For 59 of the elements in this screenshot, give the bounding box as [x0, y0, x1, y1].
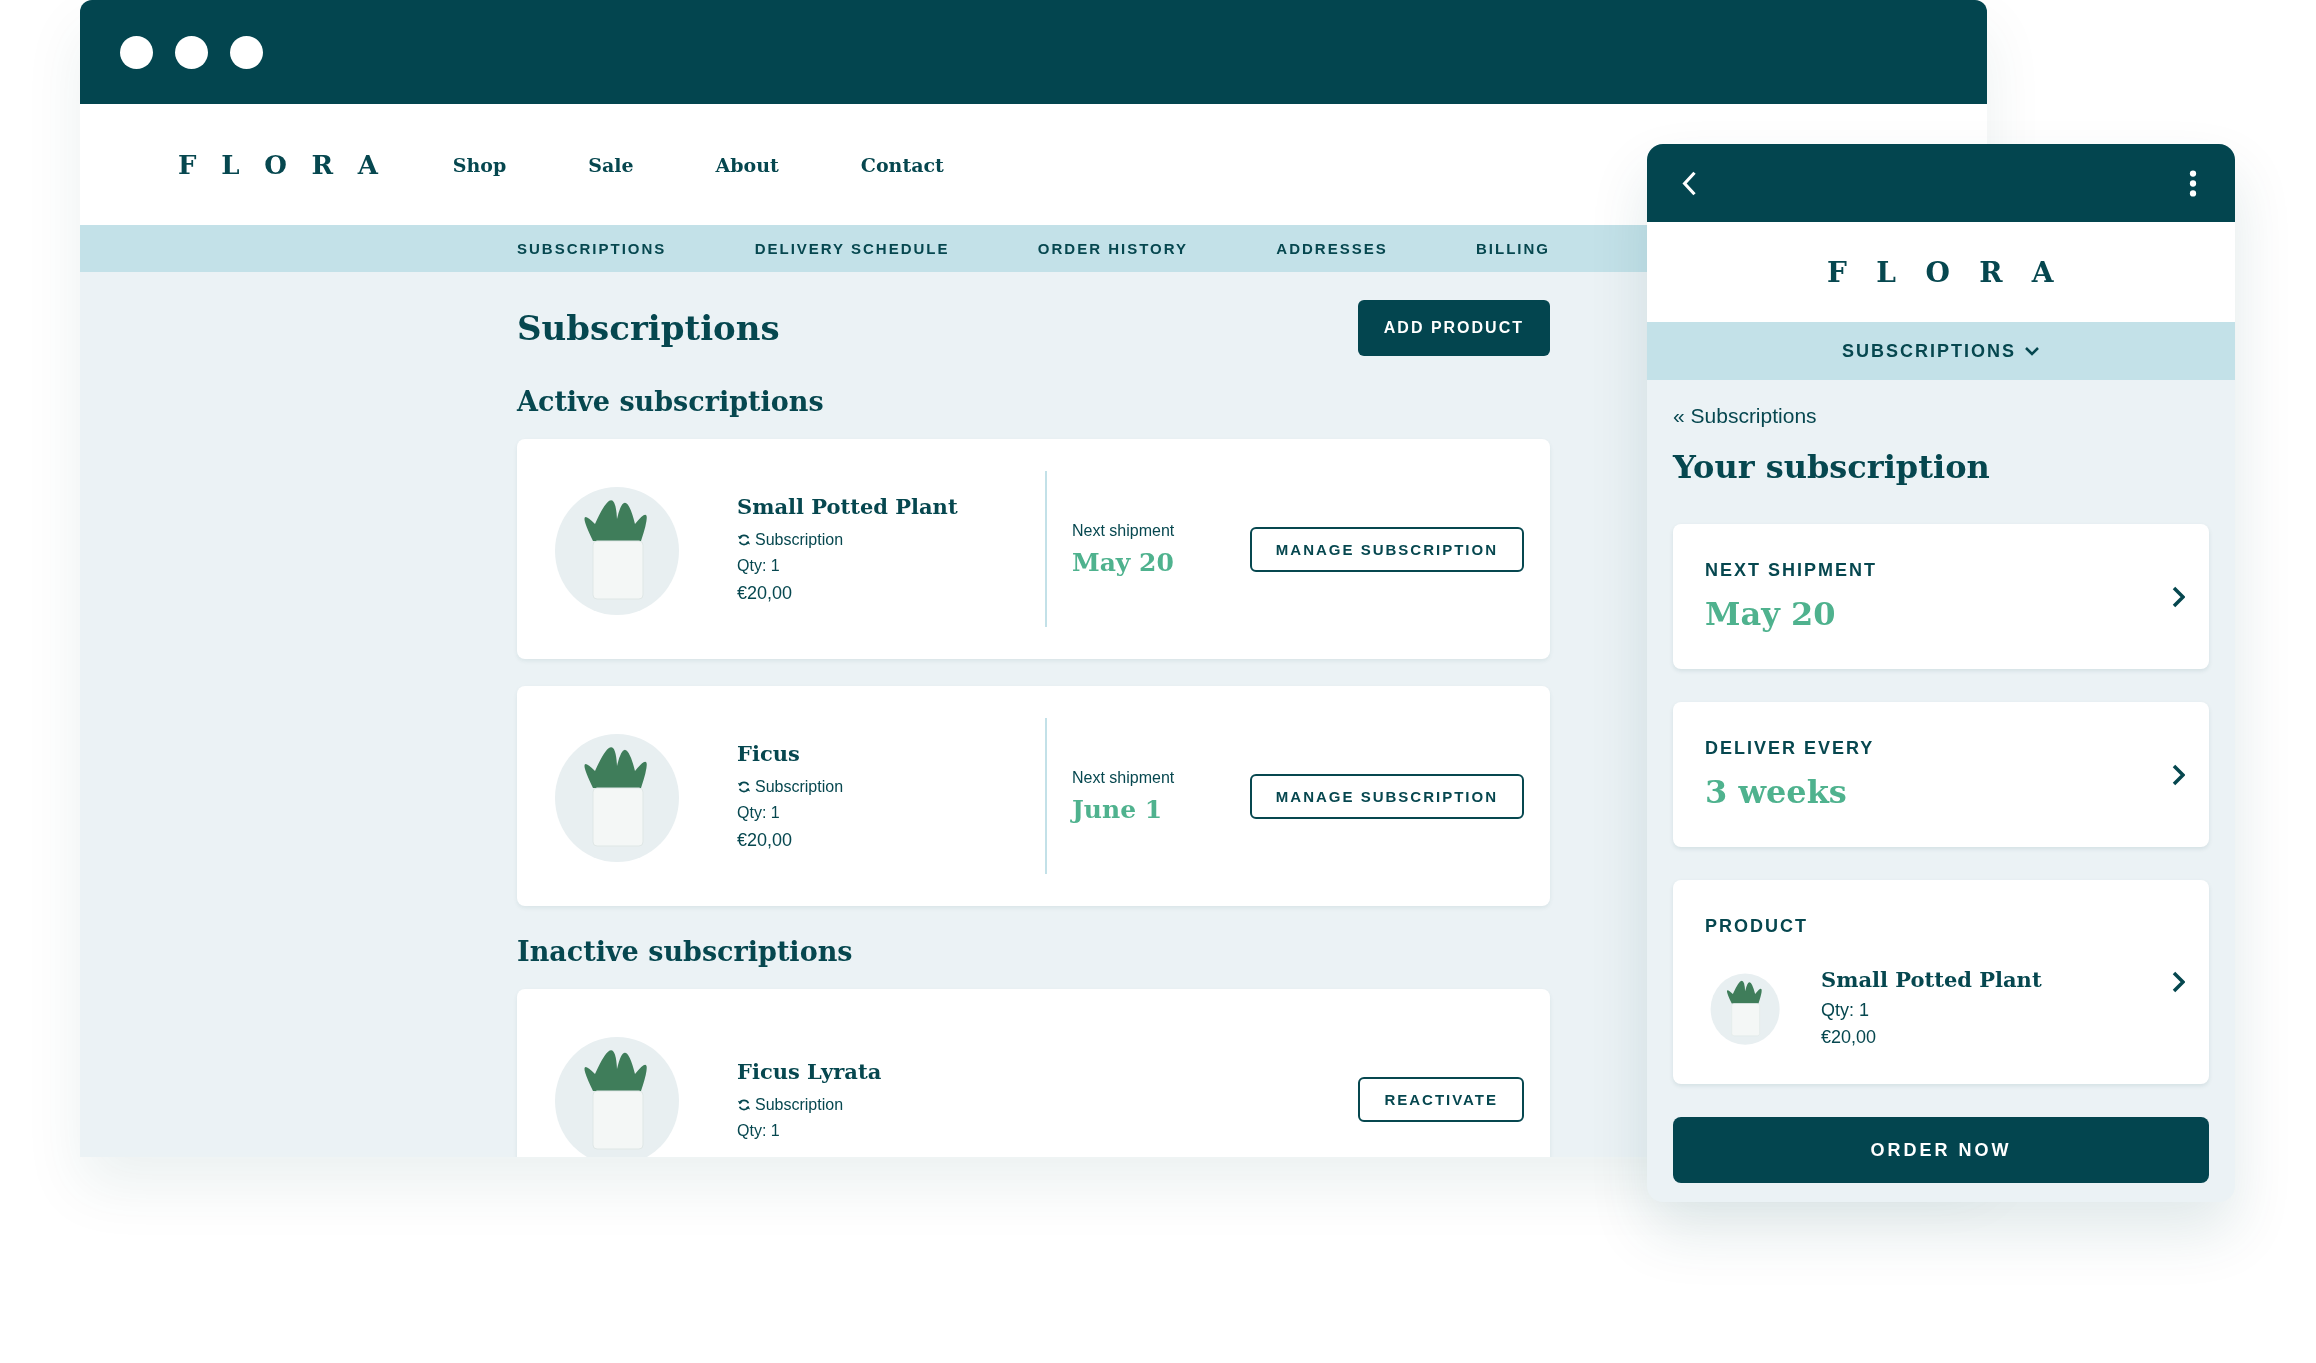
window-dot-icon[interactable] [230, 35, 263, 69]
subscription-label: Subscription [755, 778, 844, 796]
chevron-right-icon [2171, 970, 2185, 994]
chevron-right-icon [2171, 584, 2185, 609]
card-label: DELIVER EVERY [1705, 738, 1875, 759]
window-dot-icon[interactable] [175, 35, 208, 69]
subscription-label: Subscription [755, 1095, 844, 1114]
refresh-icon [737, 533, 751, 547]
section-dropdown[interactable]: SUBSCRIPTIONS [1647, 322, 2235, 380]
sub-navigation-tab[interactable]: DELIVERY SCHEDULE [754, 240, 950, 257]
product-name: Ficus [737, 741, 801, 766]
chevron-right-icon [2171, 762, 2185, 787]
nav-link[interactable]: Shop [452, 153, 507, 176]
card-label: NEXT SHIPMENT [1705, 560, 1877, 581]
card-label: PRODUCT [1705, 916, 1809, 937]
next-shipment-label: Next shipment [1072, 768, 1175, 787]
sub-navigation-tab[interactable]: ORDER HISTORY [1037, 240, 1188, 257]
next-shipment-date: May 20 [1072, 547, 1175, 577]
detail-card[interactable]: NEXT SHIPMENT May 20 [1673, 524, 2209, 669]
refresh-icon [737, 780, 751, 794]
subscription-action-button[interactable]: MANAGE SUBSCRIPTION [1249, 526, 1524, 572]
detail-card[interactable]: PRODUCT Small Potted Plant Qty: 1 €20,00 [1673, 880, 2209, 1084]
nav-link[interactable]: About [715, 153, 779, 176]
page-title: Subscriptions [517, 308, 780, 348]
quantity-text: Qty: 1 [737, 557, 781, 575]
product-name: Small Potted Plant [1821, 967, 2042, 992]
logo[interactable]: FLORA [1827, 255, 2083, 289]
sub-navigation-tab[interactable]: SUBSCRIPTIONS [517, 240, 667, 257]
order-now-button[interactable]: ORDER NOW [1673, 1117, 2209, 1183]
product-name: Small Potted Plant [737, 494, 959, 519]
quantity-text: Qty: 1 [737, 1121, 781, 1140]
section-heading: Inactive subscriptions [517, 936, 854, 967]
product-name: Ficus Lyrata [737, 1058, 883, 1084]
nav-link[interactable]: Contact [860, 153, 944, 176]
sub-navigation-tab[interactable]: ADDRESSES [1276, 240, 1388, 257]
quantity-text: Qty: 1 [1821, 1000, 1870, 1021]
subscription-action-button[interactable]: MANAGE SUBSCRIPTION [1249, 773, 1524, 819]
subscription-action-button[interactable]: REACTIVATE [1358, 1076, 1524, 1122]
price-text: €20,00 [1821, 1027, 1878, 1048]
quantity-text: Qty: 1 [737, 804, 781, 822]
card-value: May 20 [1705, 595, 1837, 633]
page-title: Your subscription [1673, 448, 1991, 486]
sub-navigation-tab[interactable]: BILLING [1475, 240, 1550, 257]
detail-card[interactable]: DELIVER EVERY 3 weeks [1673, 702, 2209, 847]
window-dot-icon[interactable] [120, 35, 153, 69]
next-shipment-label: Next shipment [1072, 521, 1175, 540]
more-options-icon[interactable] [2189, 169, 2197, 197]
section-heading: Active subscriptions [517, 386, 825, 417]
nav-link[interactable]: Sale [588, 153, 634, 176]
breadcrumb-link[interactable]: « Subscriptions [1673, 404, 2209, 428]
price-text: €20,00 [737, 830, 794, 851]
logo[interactable]: FLORA [178, 149, 403, 180]
chevron-down-icon [2024, 346, 2040, 356]
card-value: 3 weeks [1705, 773, 1848, 811]
subscription-label: Subscription [755, 531, 844, 549]
price-text: €20,00 [737, 583, 794, 604]
next-shipment-date: June 1 [1072, 794, 1164, 824]
add-product-button[interactable]: ADD PRODUCT [1357, 300, 1550, 356]
refresh-icon [737, 1097, 751, 1112]
